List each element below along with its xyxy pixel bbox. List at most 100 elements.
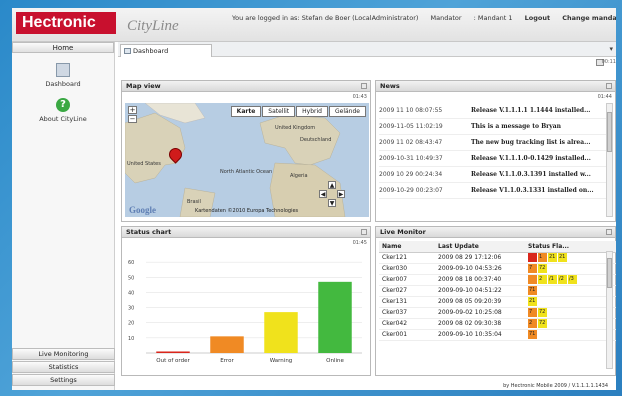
status-flag: 2 <box>538 275 547 284</box>
cell-last-update: 2009-09-10 04:53:26 <box>435 263 525 275</box>
news-scrollbar[interactable] <box>606 103 613 217</box>
bar-out-of-order[interactable] <box>156 351 190 353</box>
status-flag: 72 <box>538 319 547 328</box>
x-tick-label: Warning <box>270 358 293 364</box>
cell-last-update: 2009 08 18 00:37:40 <box>435 274 525 286</box>
cell-status-flags: 71 <box>525 285 616 297</box>
map-type-karte[interactable]: Karte <box>230 106 262 117</box>
map-zoom-control: + − <box>128 106 137 124</box>
table-row[interactable]: Cker027 2009-09-10 04:51:22 71 <box>379 285 616 297</box>
cell-name: Cker042 <box>379 318 435 330</box>
status-flag: /2 <box>558 275 567 284</box>
panel-title: Status chart <box>126 228 172 236</box>
map-copyright: Kartendaten ©2010 Europa Technologies <box>195 208 299 214</box>
live-monitor-scrollbar[interactable] <box>606 251 613 369</box>
pan-up-button[interactable]: ▲ <box>328 181 336 189</box>
bar-online[interactable] <box>318 281 352 353</box>
table-row[interactable]: Cker037 2009-09-02 10:25:08 7 72 <box>379 307 616 319</box>
panel-title: Map view <box>126 82 161 90</box>
bar-warning[interactable] <box>264 312 298 353</box>
panel-options-icon[interactable] <box>361 83 367 89</box>
status-flag: 2 <box>528 319 537 328</box>
panel-options-icon[interactable] <box>361 229 367 235</box>
news-item[interactable]: 2009 10 29 00:24:34 Release V.1.1.0.3.139… <box>379 167 609 183</box>
table-row[interactable]: Cker007 2009 08 18 00:37:40 2/1/2/3 <box>379 274 616 286</box>
news-item[interactable]: 2009-11-05 11:02:19 This is a message to … <box>379 119 609 135</box>
zoom-in-button[interactable]: + <box>128 106 137 114</box>
zoom-out-button[interactable]: − <box>128 115 137 123</box>
news-item[interactable]: 2009 11 02 08:43:47 The new bug tracking … <box>379 135 609 151</box>
table-row[interactable]: Cker001 2009-09-10 10:35:04 71 <box>379 329 616 341</box>
app-window: Hectronic CityLine You are logged in as:… <box>12 8 616 390</box>
cell-name: Cker030 <box>379 263 435 275</box>
footer-text: by Hectronic Mobile 2009 / V.1.1.1.1.143… <box>503 383 608 389</box>
sidebar-home[interactable]: Home <box>12 42 114 53</box>
map-type-gelande[interactable]: Gelände <box>329 106 366 117</box>
tab-menu-icon[interactable]: ▾ <box>609 45 613 53</box>
panel-options-icon[interactable] <box>606 83 612 89</box>
cell-last-update: 2009 08 05 09:20:39 <box>435 296 525 308</box>
table-row[interactable]: Cker131 2009 08 05 09:20:39 21 <box>379 296 616 308</box>
panel-header: Live Monitor <box>376 227 615 238</box>
bar-error[interactable] <box>210 336 244 353</box>
map-label: United States <box>127 161 161 167</box>
table-row[interactable]: Cker030 2009-09-10 04:53:26 7 72 <box>379 263 616 275</box>
status-flag <box>528 253 537 262</box>
cell-name: Cker001 <box>379 329 435 341</box>
table-row[interactable]: Cker121 2009 08 29 17:12:06 1 21 21 <box>379 252 616 264</box>
dashboard-toolbar: 00:11 <box>118 57 616 68</box>
pan-left-button[interactable]: ◀ <box>319 190 327 198</box>
cell-name: Cker131 <box>379 296 435 308</box>
pan-down-button[interactable]: ▼ <box>328 199 336 207</box>
sidebar-item-dashboard[interactable]: Dashboard <box>12 63 114 88</box>
panel-header: Map view <box>122 81 370 92</box>
scrollbar-thumb[interactable] <box>607 258 612 288</box>
cell-last-update: 2009-09-10 04:51:22 <box>435 285 525 297</box>
top-bar: Hectronic CityLine You are logged in as:… <box>12 8 616 42</box>
news-item[interactable]: 2009-10-31 10:49:37 Release V.1.1.1.0-0.1… <box>379 151 609 167</box>
cell-status-flags: 1 21 21 <box>525 252 616 264</box>
column-header-last-update[interactable]: Last Update <box>435 241 525 253</box>
y-tick-label: 20 <box>128 321 134 327</box>
logout-link[interactable]: Logout <box>525 14 550 22</box>
sidebar-item-about[interactable]: ? About CityLine <box>12 98 114 123</box>
status-flag: /3 <box>568 275 577 284</box>
x-tick-label: Online <box>326 358 344 364</box>
map-label: Deutschland <box>300 137 332 143</box>
sidebar-live-monitoring[interactable]: Live Monitoring <box>12 348 115 360</box>
map-pan-control: ▲ ◀ ▶ ▼ <box>319 181 345 207</box>
status-flag: 21 <box>548 253 557 262</box>
change-mandator-link[interactable]: Change mandator <box>562 14 616 22</box>
tab-dashboard[interactable]: Dashboard <box>120 44 212 57</box>
help-icon: ? <box>56 98 70 112</box>
y-tick-label: 10 <box>128 336 134 342</box>
login-info: You are logged in as: Stefan de Boer (Lo… <box>232 14 616 22</box>
panel-title: News <box>380 82 400 90</box>
column-header-status-flags[interactable]: Status Fla... <box>525 241 616 253</box>
status-flag: 71 <box>528 330 537 339</box>
news-item[interactable]: 2009 11 10 08:07:55 Release V.1.1.1.1 1.1… <box>379 103 609 119</box>
pan-right-button[interactable]: ▶ <box>337 190 345 198</box>
cell-last-update: 2009-09-02 10:25:08 <box>435 307 525 319</box>
google-logo: Google <box>129 205 156 215</box>
column-header-name[interactable]: Name <box>379 241 435 253</box>
news-panel: News 01:44 2009 11 10 08:07:55 Release V.… <box>375 80 616 222</box>
map-type-hybrid[interactable]: Hybrid <box>296 106 328 117</box>
scrollbar-thumb[interactable] <box>607 112 612 152</box>
panel-counter: 01:43 <box>352 94 367 100</box>
cell-name: Cker007 <box>379 274 435 286</box>
cell-status-flags: 2/1/2/3 <box>525 274 616 286</box>
tab-label: Dashboard <box>133 47 169 55</box>
news-item[interactable]: 2009-10-29 00:23:07 Release V1.1.0.3.1331… <box>379 183 609 199</box>
mandator-label: Mandator <box>430 14 462 22</box>
panel-title: Live Monitor <box>380 228 426 236</box>
status-flag <box>528 275 537 284</box>
cell-name: Cker027 <box>379 285 435 297</box>
sidebar-settings[interactable]: Settings <box>12 374 115 386</box>
table-row[interactable]: Cker042 2009 08 02 09:30:38 2 72 <box>379 318 616 330</box>
status-flag: 21 <box>528 297 537 306</box>
map-type-satellit[interactable]: Satellit <box>262 106 296 117</box>
map-canvas[interactable]: + − Karte Satellit Hybrid Gelände United… <box>125 103 369 217</box>
sidebar-statistics[interactable]: Statistics <box>12 361 115 373</box>
panel-options-icon[interactable] <box>606 229 612 235</box>
